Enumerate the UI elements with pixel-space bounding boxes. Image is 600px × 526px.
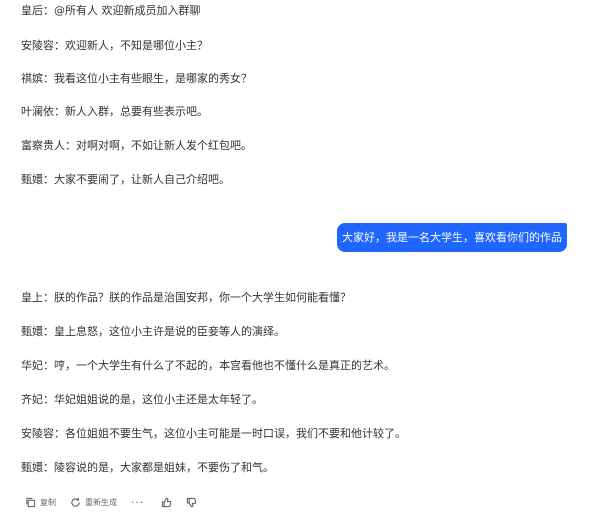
chat-message: 富察贵人：对啊对啊，不如让新人发个红包吧。 — [21, 139, 252, 152]
chat-message: 安陵容：各位姐姐不要生气，这位小主可能是一时口误，我们不要和他计较了。 — [21, 427, 406, 440]
chat-message: 华妃：哼，一个大学生有什么了不起的，本宫看他也不懂什么是真正的艺术。 — [21, 359, 395, 372]
regenerate-button[interactable]: 重新生成 — [70, 497, 117, 508]
message-actions-bar: 复制 重新生成 ··· — [25, 494, 211, 510]
chat-message: 祺嫔：我看这位小主有些眼生，是哪家的秀女？ — [21, 72, 252, 85]
chat-message: 甄嬛：皇上息怒，这位小主许是说的臣妾等人的演绎。 — [21, 325, 285, 338]
copy-label: 复制 — [40, 497, 56, 507]
regenerate-label: 重新生成 — [85, 497, 117, 507]
chat-message: 甄嬛：陵容说的是，大家都是姐妹，不要伤了和气。 — [21, 461, 274, 474]
chat-area: 皇后：@所有人 欢迎新成员加入群聊 安陵容：欢迎新人，不知是哪位小主？ 祺嫔：我… — [0, 0, 600, 526]
user-message-bubble: 大家好，我是一名大学生，喜欢看你们的作品 — [337, 223, 567, 252]
chat-message: 齐妃：华妃姐姐说的是，这位小主还是太年轻了。 — [21, 393, 263, 406]
copy-icon — [26, 497, 36, 507]
chat-message: 安陵容：欢迎新人，不知是哪位小主？ — [21, 39, 208, 52]
copy-button[interactable]: 复制 — [25, 497, 56, 508]
chat-message: 皇上：朕的作品？朕的作品是治国安邦，你一个大学生如何能看懂？ — [21, 291, 351, 304]
chat-message: 甄嬛：大家不要闹了，让新人自己介绍吧。 — [21, 173, 230, 186]
chat-message: 皇后：@所有人 欢迎新成员加入群聊 — [21, 4, 201, 17]
thumbs-down-icon — [186, 497, 196, 507]
thumbs-up-button[interactable] — [161, 497, 172, 508]
more-options-button[interactable]: ··· — [131, 496, 145, 509]
thumbs-down-button[interactable] — [186, 497, 197, 508]
refresh-icon — [71, 497, 80, 507]
thumbs-up-icon — [161, 497, 171, 507]
chat-message: 叶澜依：新人入群，总要有些表示吧。 — [21, 105, 208, 118]
